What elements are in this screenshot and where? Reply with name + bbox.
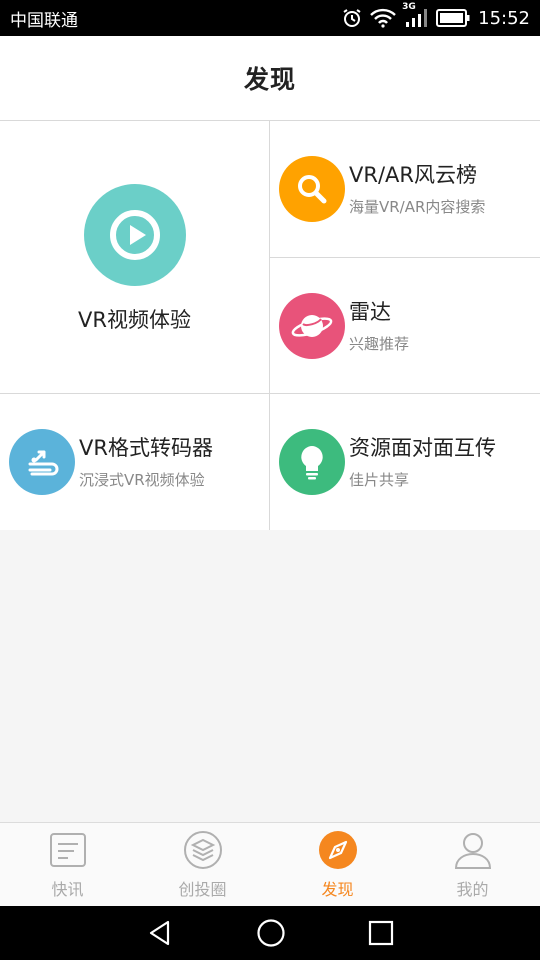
recents-icon[interactable] bbox=[368, 920, 394, 946]
nav-label-venture: 创投圈 bbox=[178, 880, 227, 899]
wifi-icon bbox=[370, 8, 396, 28]
file-share-title: 资源面对面互传 bbox=[349, 436, 496, 460]
nav-label-profile: 我的 bbox=[456, 880, 489, 899]
planet-icon bbox=[279, 292, 345, 359]
vr-ar-ranking-card[interactable]: VR/AR风云榜 海量VR/AR内容搜索 bbox=[270, 121, 540, 257]
radar-title: 雷达 bbox=[349, 299, 391, 324]
news-icon bbox=[48, 830, 88, 870]
file-share-subtitle: 佳片共享 bbox=[349, 471, 410, 489]
play-icon bbox=[83, 184, 186, 286]
clock: 15:52 bbox=[478, 7, 530, 29]
system-nav-bar bbox=[0, 906, 540, 960]
home-icon[interactable] bbox=[256, 918, 286, 948]
page-title: 发现 bbox=[243, 65, 296, 94]
carrier-name: 中国联通 bbox=[10, 10, 78, 31]
alarm-icon bbox=[342, 8, 362, 28]
network-type-label: 3G bbox=[402, 2, 416, 12]
back-icon[interactable] bbox=[146, 919, 174, 947]
radar-card[interactable]: 雷达 兴趣推荐 bbox=[270, 258, 540, 393]
ranking-title: VR/AR风云榜 bbox=[349, 163, 477, 187]
radar-subtitle: 兴趣推荐 bbox=[349, 334, 410, 353]
converter-icon bbox=[9, 429, 75, 495]
compass-icon bbox=[318, 830, 358, 870]
status-bar: 中国联通 3G 15:52 bbox=[0, 0, 540, 36]
layers-icon bbox=[183, 830, 223, 870]
file-share-card[interactable]: 资源面对面互传 佳片共享 bbox=[270, 394, 540, 530]
nav-item-discover[interactable]: 发现 bbox=[270, 823, 405, 906]
vr-video-label: VR视频体验 bbox=[78, 308, 191, 332]
nav-item-profile[interactable]: 我的 bbox=[405, 823, 540, 906]
vr-video-card[interactable]: VR视频体验 bbox=[0, 121, 269, 393]
ranking-subtitle: 海量VR/AR内容搜索 bbox=[349, 198, 486, 216]
user-icon bbox=[453, 830, 493, 870]
nav-item-venture[interactable]: 创投圈 bbox=[135, 823, 270, 906]
converter-subtitle: 沉浸式VR视频体验 bbox=[79, 471, 205, 489]
signal-icon: 3G bbox=[402, 2, 428, 28]
nav-label-news: 快讯 bbox=[51, 880, 84, 899]
nav-item-news[interactable]: 快讯 bbox=[0, 823, 135, 906]
status-icons: 3G 15:52 bbox=[342, 2, 530, 29]
converter-title: VR格式转码器 bbox=[79, 436, 213, 460]
page-header: 发现 bbox=[0, 36, 540, 121]
nav-label-discover: 发现 bbox=[321, 880, 354, 899]
vr-converter-card[interactable]: VR格式转码器 沉浸式VR视频体验 bbox=[0, 394, 269, 530]
search-icon bbox=[279, 156, 345, 222]
battery-icon bbox=[436, 9, 470, 27]
bottom-nav: 快讯 创投圈 发现 我的 bbox=[0, 822, 540, 906]
lightbulb-icon bbox=[279, 429, 345, 495]
discover-grid: VR视频体验 VR/AR风云榜 海量VR/AR内容搜索 雷达 兴趣推荐 VR格式… bbox=[0, 121, 540, 530]
